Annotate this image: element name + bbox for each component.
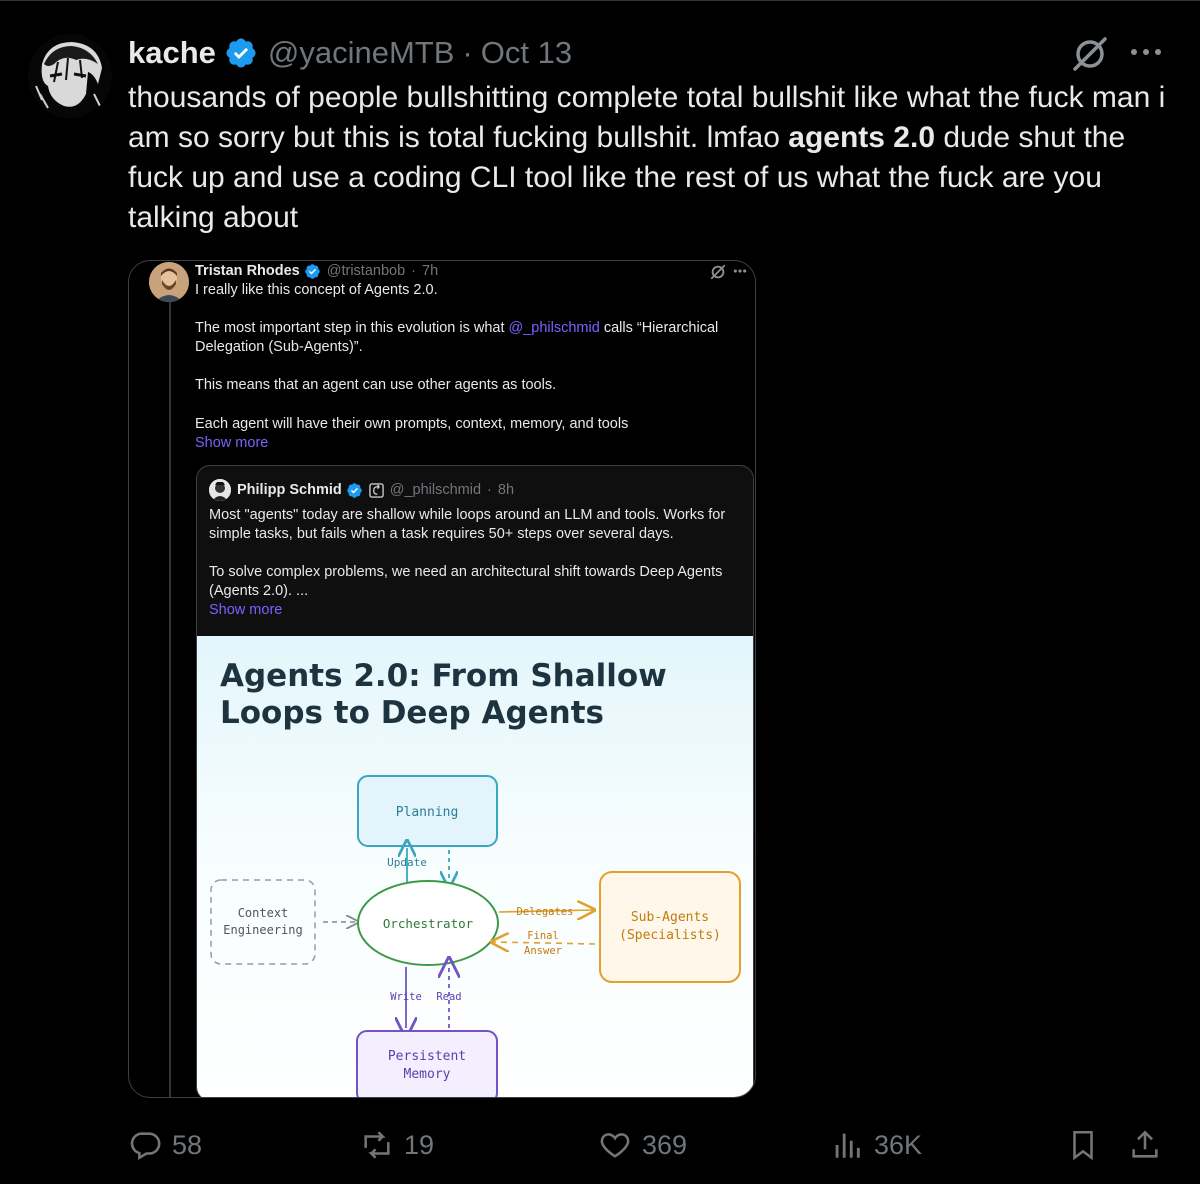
nested-avatar[interactable] [209,479,231,501]
quote-line-4: Each agent will have their own prompts, … [195,415,629,432]
thread-line [169,299,171,1097]
orchestrator-label: Orchestrator [383,916,474,931]
quote-text: I really like this concept of Agents 2.0… [195,281,755,453]
grok-icon[interactable] [1070,34,1110,74]
quote-line-2: The most important step in this evolutio… [195,319,755,357]
quote-grok-icon[interactable] [709,263,727,281]
views-icon [835,1133,860,1158]
quote-handle[interactable]: @tristanbob [327,263,405,279]
action-bar: 58 19 369 36K [0,1118,1200,1172]
subagents-label-2: (Specialists) [619,928,721,943]
quote-more-icon[interactable] [733,264,747,278]
nested-verified-badge-icon [346,482,362,498]
separator-dot: · [462,35,473,70]
nested-handle[interactable]: @_philschmid [390,482,481,498]
context-engineering-node [210,879,316,965]
quote-separator: · [411,263,416,279]
context-label-1: Context [238,906,289,920]
nested-time[interactable]: 8h [498,482,514,498]
tweet-text: thousands of people bullshitting complet… [128,78,1168,238]
tweet-text-bold: agents 2.0 [788,121,935,154]
quote-show-more-link[interactable]: Show more [195,434,755,453]
quote-author-name[interactable]: Tristan Rhodes [195,263,300,279]
quote-verified-badge-icon [304,263,320,279]
views-count: 36K [874,1129,923,1160]
quote-avatar[interactable] [149,262,189,302]
share-icon [1132,1130,1158,1158]
quote-line-3: This means that an agent can use other a… [195,377,557,394]
share-button[interactable] [1128,1118,1172,1172]
affiliate-badge-icon [368,482,384,498]
diagram-canvas: Planning Update Context Engineering Orch… [210,775,741,1097]
quote-line-2-start: The most important step in this evolutio… [195,320,509,337]
author-handle[interactable]: @yacineMTB [268,35,455,71]
delegates-label: Delegates [517,906,574,918]
avatar[interactable] [28,34,112,118]
quote-line-1: I really like this concept of Agents 2.0… [195,282,438,298]
persistent-memory-node [356,1030,498,1097]
nested-author-name[interactable]: Philipp Schmid [237,482,342,498]
top-divider [0,0,1200,1]
repost-button[interactable]: 19 [360,1118,434,1172]
nested-text: Most "agents" today are shallow while lo… [209,506,739,621]
more-icon[interactable] [1128,34,1164,70]
like-button[interactable]: 369 [598,1118,687,1172]
final-answer-arrow [493,942,596,944]
nested-header: Philipp Schmid @_philschmid · 8h [237,480,514,500]
reply-icon [130,1132,161,1161]
planning-label: Planning [396,805,459,820]
views-button[interactable]: 36K [830,1118,922,1172]
quote-header: Tristan Rhodes @tristanbob · 7h [195,261,438,281]
tweet-header: kache @yacineMTB · Oct 13 [128,30,572,76]
subagents-node [599,871,741,983]
nested-quoted-tweet[interactable]: Philipp Schmid @_philschmid · 8h Most "a… [196,465,754,1097]
nested-line-1: Most "agents" today are shallow while lo… [209,507,726,543]
quoted-tweet[interactable]: Tristan Rhodes @tristanbob · 7h I really… [128,260,756,1098]
update-label: Update [387,856,427,869]
write-label: Write [390,991,422,1003]
context-label-2: Engineering [223,923,302,937]
author-name[interactable]: kache [128,35,216,71]
nested-line-2: To solve complex problems, we need an ar… [209,564,723,600]
nested-separator: · [487,482,492,498]
reply-button[interactable]: 58 [128,1118,202,1172]
memory-label-1: Persistent [388,1049,466,1064]
repost-count: 19 [404,1129,435,1160]
quote-time[interactable]: 7h [422,263,438,279]
subagents-label-1: Sub-Agents [631,910,709,925]
read-label: Read [436,991,461,1003]
verified-badge-icon [224,36,258,70]
nested-show-more-link[interactable]: Show more [209,601,739,620]
post-date[interactable]: Oct 13 [481,35,572,71]
agents-diagram-image[interactable]: Agents 2.0: From Shallow Loops to Deep A… [197,636,753,1097]
bookmark-icon [1073,1130,1093,1161]
reply-count: 58 [172,1129,203,1160]
final-answer-label-1: Final [527,930,559,942]
repost-icon [364,1131,390,1159]
like-icon [600,1133,630,1158]
final-answer-label-2: Answer [524,945,562,957]
like-count: 369 [642,1129,688,1160]
bookmark-button[interactable] [1066,1118,1110,1172]
mention-link[interactable]: @_philschmid [509,320,600,336]
memory-label-2: Memory [404,1067,451,1082]
